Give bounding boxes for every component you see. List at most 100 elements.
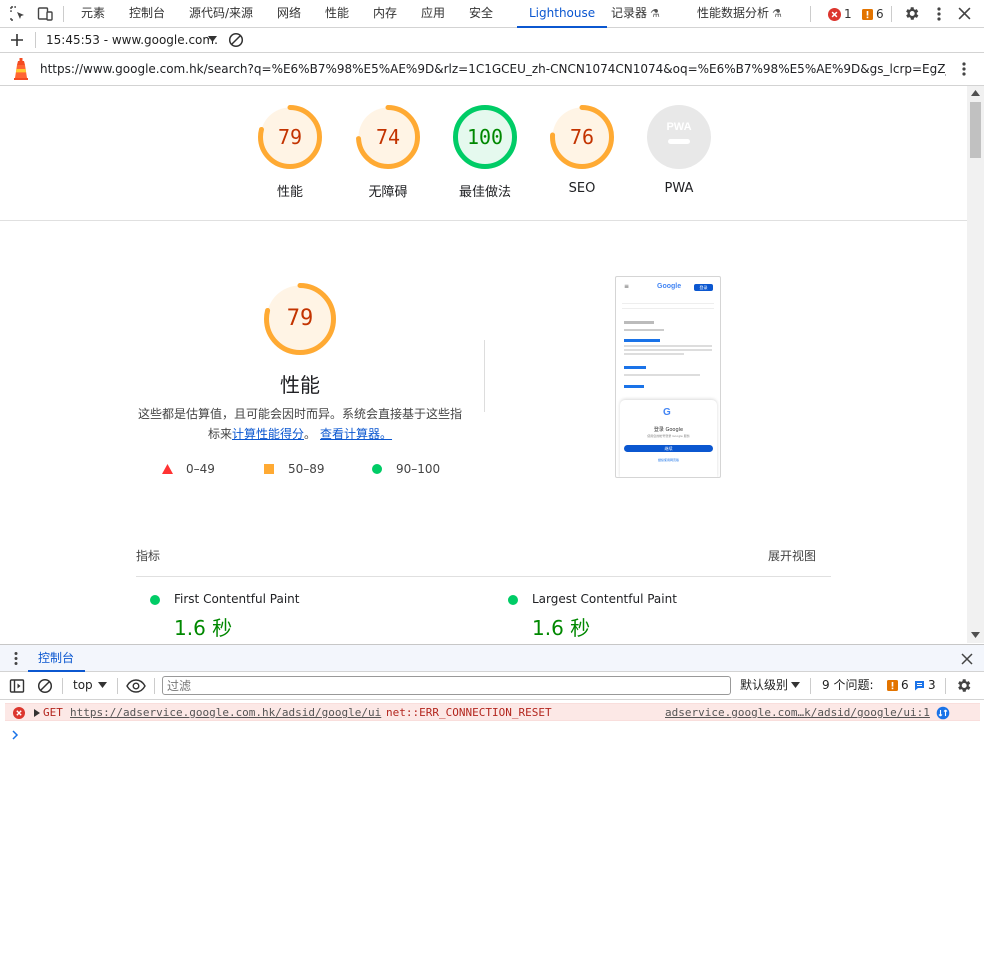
pwa-badge-icon[interactable]: PWA bbox=[646, 104, 712, 170]
report-selector[interactable]: 15:45:53 - www.google.com.hk bbox=[46, 28, 218, 52]
gauge-best-practices-label: 最佳做法 bbox=[458, 185, 511, 200]
gauge-seo-value: 76 bbox=[569, 125, 595, 149]
toolbar-divider bbox=[891, 6, 892, 22]
tab-application[interactable]: 应用 bbox=[421, 0, 445, 27]
close-devtools-icon[interactable] bbox=[958, 7, 971, 20]
context-selector[interactable]: top bbox=[73, 672, 93, 699]
console-error-row[interactable]: GET https://adservice.google.com.hk/adsi… bbox=[5, 703, 980, 721]
legend-fail-range: 0–49 bbox=[186, 462, 215, 476]
issues-label: 9 个问题: bbox=[822, 678, 874, 692]
tab-security[interactable]: 安全 bbox=[469, 0, 493, 27]
expand-triangle-icon[interactable] bbox=[34, 709, 40, 717]
scrollbar-thumb[interactable] bbox=[970, 102, 981, 158]
description-separator: 。 bbox=[304, 427, 317, 441]
live-expression-eye-icon[interactable] bbox=[126, 679, 146, 693]
vertical-divider bbox=[484, 340, 485, 412]
console-prompt-chevron-icon bbox=[12, 730, 19, 740]
log-level-selector[interactable]: 默认级别 bbox=[740, 672, 788, 699]
calculate-score-link[interactable]: 计算性能得分 bbox=[232, 427, 304, 441]
network-request-icon[interactable] bbox=[936, 706, 950, 720]
thumbnail-sign-in-sub: 使用您的帐号登录 Google 服务 bbox=[647, 434, 690, 438]
google-g-icon: G bbox=[663, 407, 671, 418]
section-divider bbox=[0, 220, 967, 221]
console-prompt-input[interactable] bbox=[28, 726, 968, 744]
pass-circle-icon bbox=[150, 595, 160, 605]
settings-gear-icon[interactable] bbox=[903, 5, 920, 22]
report-scrollbar[interactable] bbox=[967, 86, 984, 643]
tab-lighthouse[interactable]: Lighthouse bbox=[516, 0, 608, 28]
thumbnail-sign-in-sheet: G 登录 Google 使用您的帐号登录 Google 服务 继续 继续使用网页… bbox=[620, 400, 717, 477]
flask-icon: ⚗ bbox=[772, 7, 782, 20]
tab-performance[interactable]: 性能 bbox=[325, 0, 349, 27]
thumbnail-search-box bbox=[622, 295, 714, 304]
error-url-link[interactable]: https://adservice.google.com.hk/adsid/go… bbox=[70, 706, 381, 719]
report-url: https://www.google.com.hk/search?q=%E6%B… bbox=[40, 62, 946, 76]
report-menu-icon[interactable] bbox=[959, 61, 969, 77]
thumbnail-line bbox=[624, 353, 684, 355]
close-drawer-icon[interactable] bbox=[961, 653, 973, 665]
report-url-bar: https://www.google.com.hk/search?q=%E6%B… bbox=[0, 53, 984, 86]
thumbnail-footer-link: 继续使用网页版 bbox=[657, 458, 679, 462]
toolbar-divider bbox=[945, 678, 946, 694]
error-icon bbox=[828, 8, 841, 21]
context-dropdown-caret-icon[interactable] bbox=[98, 682, 107, 689]
tab-performance-insights[interactable]: 性能数据分析 ⚗ bbox=[697, 0, 782, 27]
device-toolbar-icon[interactable] bbox=[37, 6, 53, 22]
issues-counter[interactable]: 9 个问题: bbox=[822, 672, 874, 699]
error-method: GET bbox=[43, 706, 63, 719]
pass-circle-icon bbox=[372, 464, 382, 474]
console-settings-gear-icon[interactable] bbox=[955, 677, 972, 694]
drawer-tab-console[interactable]: 控制台 bbox=[38, 645, 74, 672]
legend-average-range: 50–89 bbox=[288, 462, 325, 476]
thumbnail-line bbox=[624, 345, 712, 347]
tab-console[interactable]: 控制台 bbox=[129, 0, 165, 27]
pass-circle-icon bbox=[508, 595, 518, 605]
clear-console-icon[interactable] bbox=[37, 678, 53, 694]
gauge-seo-label: SEO bbox=[568, 181, 596, 196]
thumbnail-link bbox=[624, 385, 644, 388]
view-calculator-link[interactable]: 查看计算器。 bbox=[320, 427, 392, 441]
issues-warning-icon bbox=[887, 680, 898, 691]
console-toolbar: top 默认级别 9 个问题: 6 3 bbox=[0, 672, 984, 700]
tab-memory[interactable]: 内存 bbox=[373, 0, 397, 27]
gauge-performance-value: 79 bbox=[277, 125, 303, 149]
dropdown-caret-icon[interactable] bbox=[208, 36, 217, 43]
metric-fcp-value: 1.6 秒 bbox=[174, 616, 233, 640]
toolbar-divider bbox=[63, 6, 64, 22]
performance-description-prefix: 标来 bbox=[207, 427, 232, 441]
tab-network[interactable]: 网络 bbox=[277, 0, 301, 27]
scroll-down-arrow-icon[interactable] bbox=[971, 632, 980, 638]
lighthouse-report: 79 性能 74 无障碍 100 最佳做法 76 SEO PWA PWA 79 … bbox=[0, 86, 967, 643]
thumbnail-continue-button: 继续 bbox=[624, 445, 713, 452]
toolbar-divider bbox=[810, 678, 811, 694]
drawer-menu-icon[interactable] bbox=[12, 651, 20, 666]
pwa-badge-text: PWA bbox=[666, 121, 691, 133]
clear-all-icon[interactable] bbox=[228, 32, 244, 48]
expand-view-toggle[interactable]: 展开视图 bbox=[768, 547, 816, 564]
sidebar-toggle-icon[interactable] bbox=[9, 678, 25, 694]
tab-sources[interactable]: 源代码/来源 bbox=[189, 0, 253, 27]
inspect-element-icon[interactable] bbox=[10, 6, 26, 22]
more-options-icon[interactable] bbox=[934, 6, 944, 22]
metrics-divider bbox=[136, 576, 831, 577]
metric-lcp-name: Largest Contentful Paint bbox=[532, 592, 677, 606]
thumbnail-link bbox=[624, 339, 660, 342]
tab-performance-insights-label: 性能数据分析 bbox=[697, 6, 770, 20]
console-filter-input[interactable] bbox=[162, 676, 731, 695]
toolbar-divider bbox=[154, 678, 155, 694]
tab-recorder-label: 记录器 bbox=[611, 6, 648, 20]
thumbnail-line bbox=[624, 321, 654, 324]
performance-title: 性能 bbox=[280, 373, 320, 397]
metric-fcp-name: First Contentful Paint bbox=[174, 592, 300, 606]
final-screenshot-thumbnail[interactable]: ≡ Google 登录 G 登录 Google 使用您的帐号登录 Google … bbox=[615, 276, 721, 478]
new-report-plus-icon[interactable] bbox=[10, 33, 24, 47]
log-level-caret-icon[interactable] bbox=[791, 682, 800, 689]
tab-elements[interactable]: 元素 bbox=[81, 0, 105, 27]
scroll-up-arrow-icon[interactable] bbox=[971, 90, 980, 96]
error-source-link[interactable]: adservice.google.com…k/adsid/google/ui:1 bbox=[665, 706, 930, 719]
tab-recorder[interactable]: 记录器 ⚗ bbox=[611, 0, 660, 27]
gauge-best-practices-value: 100 bbox=[466, 125, 504, 149]
metrics-header: 指标 bbox=[136, 549, 161, 563]
thumbnail-divider bbox=[622, 308, 714, 309]
context-selector-value: top bbox=[73, 678, 93, 692]
